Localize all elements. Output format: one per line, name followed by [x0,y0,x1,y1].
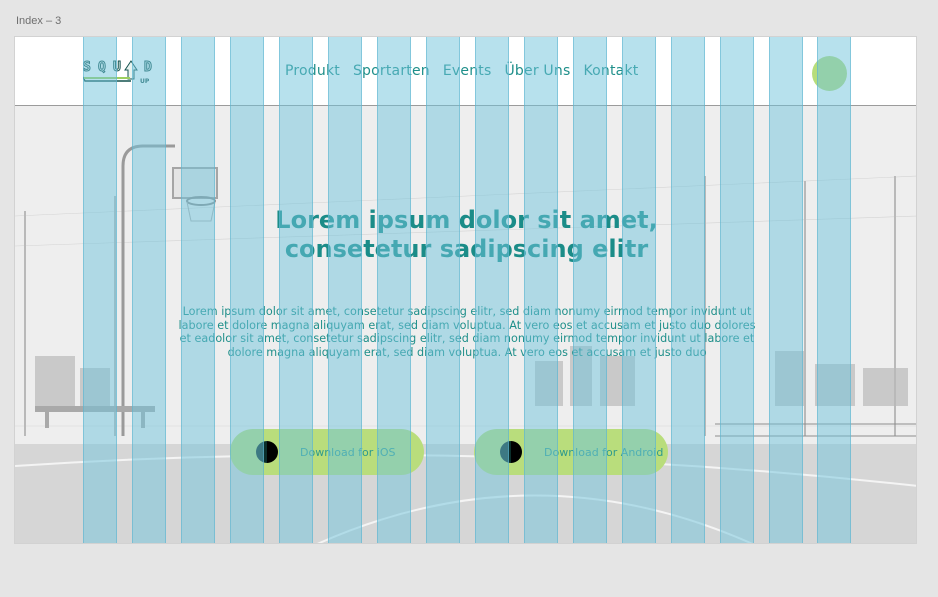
hero-section: Lorem ipsum dolor sit amet, consetetur s… [15,106,916,543]
main-nav: Produkt Sportarten Events Über Uns Konta… [285,63,651,79]
squad-up-logo[interactable]: S Q U D UP [82,58,163,86]
download-android-label: Download for Android [544,445,664,459]
site-header: S Q U D UP Produkt Sportarten Events Übe… [15,37,916,106]
nav-ueber-uns[interactable]: Über Uns [504,63,570,79]
download-ios-label: Download for iOS [300,445,396,459]
avatar[interactable] [812,56,847,91]
hero-title-line-2: consetetur sadipscing elitr [284,235,649,263]
logo-letter: Q [98,60,106,75]
logo-letter: D [144,60,152,75]
nav-kontakt[interactable]: Kontakt [583,63,638,79]
hero-description: Lorem ipsum dolor sit amet, consetetur s… [178,305,756,359]
apple-icon [256,441,278,463]
frame-label: Index – 3 [16,15,62,27]
nav-produkt[interactable]: Produkt [285,63,340,79]
logo-letter: U [113,60,121,75]
logo-up-text: UP [140,78,150,85]
logo-arrow-icon [124,60,138,80]
artboard-frame: S Q U D UP Produkt Sportarten Events Übe… [14,36,917,544]
hero-title: Lorem ipsum dolor sit amet, consetetur s… [15,206,916,264]
nav-sportarten[interactable]: Sportarten [353,63,430,79]
download-ios-button[interactable]: Download for iOS [230,429,424,475]
android-icon [500,441,522,463]
download-android-button[interactable]: Download for Android [474,429,668,475]
hero-title-line-1: Lorem ipsum dolor sit amet, [275,206,658,234]
logo-letter: S [83,60,91,75]
nav-events[interactable]: Events [443,63,492,79]
